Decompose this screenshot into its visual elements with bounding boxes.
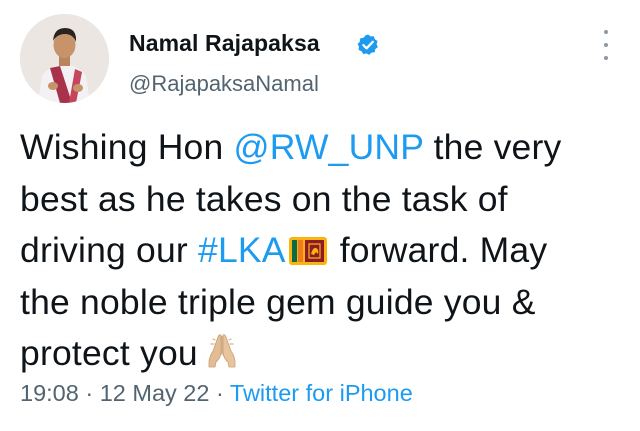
tweet-text-segment: forward. May — [329, 230, 548, 270]
tweet-card: Namal Rajapaksa @RajapaksaNamal Wishing … — [0, 0, 640, 431]
author-handle[interactable]: @RajapaksaNamal — [129, 71, 319, 97]
tweet-line: the noble triple gem guide you & — [20, 281, 536, 322]
sri-lanka-flag-icon — [288, 237, 327, 265]
meta-separator: · — [78, 380, 100, 406]
tweet-time[interactable]: 19:08 — [20, 380, 79, 406]
tweet-line: best as he takes on the task of — [20, 178, 508, 219]
tweet-text-segment: driving our — [20, 230, 199, 270]
author-name[interactable]: Namal Rajapaksa — [129, 30, 320, 57]
tweet-text-segment: Wishing Hon — [20, 127, 234, 167]
profile-photo-icon — [20, 14, 109, 103]
tweet-meta: 19:08 · 12 May 22 · Twitter for iPhone — [20, 380, 413, 407]
tweet-date[interactable]: 12 May 22 — [100, 380, 210, 406]
mention-link[interactable]: @RW_UNP — [234, 127, 424, 167]
tweet-text-segment: the very — [423, 127, 562, 167]
tweet-text-segment: protect you — [20, 333, 198, 373]
tweet-line: driving our #LKA forward. May — [20, 225, 625, 277]
tweet-source-link[interactable]: Twitter for iPhone — [230, 380, 413, 406]
tweet-text: Wishing Hon @RW_UNP the very best as he … — [20, 122, 625, 380]
meta-separator: · — [209, 380, 230, 406]
avatar[interactable] — [20, 14, 109, 103]
hashtag-link[interactable]: #LKA — [198, 230, 286, 270]
more-options-icon[interactable] — [596, 30, 616, 60]
tweet-line: Wishing Hon @RW_UNP the very — [20, 122, 625, 174]
tweet-line: protect you — [20, 328, 625, 380]
folded-hands-icon — [208, 334, 236, 368]
verified-badge-icon — [357, 34, 378, 55]
